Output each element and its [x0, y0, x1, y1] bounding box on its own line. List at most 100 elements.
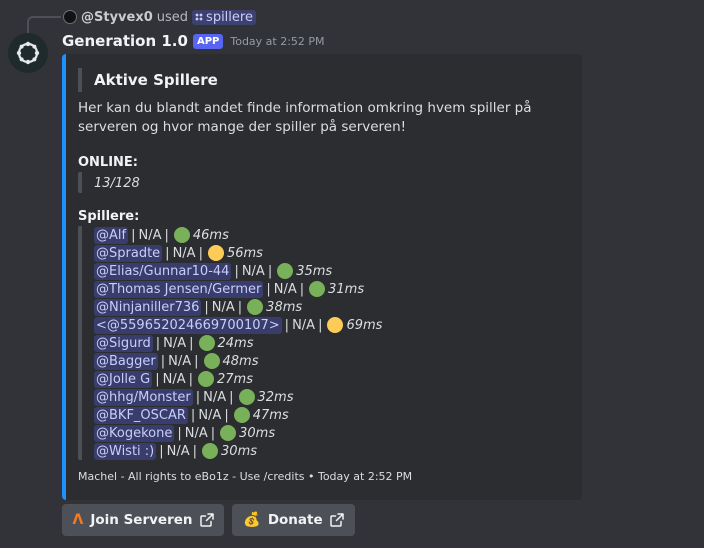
player-ping: 48ms — [222, 353, 259, 369]
separator: | — [131, 227, 136, 243]
player-row: @Ninjaniller736 | N/A | 38ms — [94, 298, 382, 316]
bot-avatar[interactable] — [8, 33, 48, 73]
separator: | — [224, 407, 229, 423]
player-row: @Bagger | N/A | 48ms — [94, 352, 382, 370]
player-mention[interactable]: @BKF_OSCAR — [94, 406, 188, 424]
player-info: N/A — [241, 263, 265, 279]
player-row: @Kogekone | N/A | 30ms — [94, 424, 382, 442]
player-mention[interactable]: @Sigurd — [94, 334, 153, 352]
player-ping: 30ms — [221, 443, 258, 459]
player-ping: 46ms — [192, 227, 229, 243]
player-mention[interactable]: @hhg/Monster — [94, 388, 193, 406]
player-info: N/A — [211, 299, 235, 315]
player-row: @Spradte | N/A | 56ms — [94, 244, 382, 262]
separator: | — [160, 353, 166, 369]
separator: | — [194, 353, 199, 369]
player-row: @Alf | N/A | 46ms — [94, 226, 382, 244]
player-info: N/A — [168, 353, 192, 369]
player-mention[interactable]: @Alf — [94, 226, 129, 244]
reply-used-text: used — [156, 9, 189, 25]
separator: | — [165, 245, 170, 261]
player-info: N/A — [273, 281, 297, 297]
player-row: @BKF_OSCAR | N/A | 47ms — [94, 406, 382, 424]
separator: | — [189, 335, 194, 351]
player-row: <@559652024669700107> | N/A | 69ms — [94, 316, 382, 334]
player-info: N/A — [163, 335, 187, 351]
separator: | — [237, 299, 243, 315]
player-mention[interactable]: @Thomas Jensen/Germer — [94, 280, 264, 298]
player-mention[interactable]: @Jolle G — [94, 370, 153, 388]
separator: | — [192, 443, 198, 459]
user-mini-avatar[interactable] — [63, 10, 77, 24]
command-reply-header: @Styvex0 used spillere — [63, 7, 256, 27]
embed-card: Aktive Spillere Her kan du blandt andet … — [62, 54, 582, 500]
player-row: @hhg/Monster | N/A | 32ms — [94, 388, 382, 406]
donate-button[interactable]: 💰 Donate — [232, 504, 355, 536]
separator: | — [284, 317, 290, 333]
player-info: N/A — [198, 407, 222, 423]
external-link-icon — [329, 513, 344, 527]
online-quote: 13/128 — [78, 172, 140, 193]
player-mention[interactable]: <@559652024669700107> — [94, 316, 282, 334]
reply-username[interactable]: @Styvex0 — [81, 10, 153, 25]
player-row: @Thomas Jensen/Germer | N/A | 31ms — [94, 280, 382, 298]
player-ping: 24ms — [217, 335, 254, 351]
player-ping: 30ms — [239, 425, 276, 441]
join-server-button[interactable]: ᐱ Join Serveren — [62, 504, 224, 536]
separator: | — [318, 317, 323, 333]
player-mention[interactable]: @Elias/Gunnar10-44 — [94, 262, 232, 280]
player-mention[interactable]: @Spradte — [94, 244, 163, 262]
player-info: N/A — [162, 371, 186, 387]
separator: | — [198, 245, 203, 261]
players-list: @Alf | N/A | 46ms @Spradte | N/A | 56ms @Elias/Gun… — [78, 226, 382, 460]
embed-title-quote: Aktive Spillere — [78, 68, 218, 92]
money-bag-icon: 💰 — [243, 512, 261, 528]
command-mention[interactable]: spillere — [192, 9, 256, 25]
player-ping: 47ms — [252, 407, 289, 423]
separator: | — [210, 425, 216, 441]
separator: | — [266, 281, 271, 297]
separator: | — [299, 281, 305, 297]
separator: | — [164, 227, 169, 243]
player-ping: 27ms — [217, 371, 253, 387]
bot-name[interactable]: Generation 1.0 — [62, 32, 188, 50]
green-circle-icon — [198, 335, 215, 351]
green-circle-icon — [198, 371, 214, 387]
player-ping: 69ms — [346, 317, 383, 333]
embed-description: Her kan du blandt andet finde informatio… — [78, 100, 532, 135]
player-ping: 38ms — [266, 299, 303, 315]
player-info: N/A — [184, 425, 208, 441]
player-mention[interactable]: @Ninjaniller736 — [94, 298, 202, 316]
separator: | — [267, 263, 273, 279]
green-circle-icon — [247, 299, 264, 315]
embed-footer: Machel - All rights to eBo1z - Use /cred… — [78, 470, 413, 483]
player-info: N/A — [203, 389, 227, 405]
message-timestamp: Today at 2:52 PM — [230, 34, 325, 48]
green-circle-icon — [238, 389, 255, 405]
separator: | — [234, 263, 239, 279]
join-server-label: Join Serveren — [90, 512, 193, 528]
player-row: @Elias/Gunnar10-44 | N/A | 35ms — [94, 262, 382, 280]
separator: | — [195, 389, 201, 405]
donate-label: Donate — [267, 512, 323, 528]
player-ping: 35ms — [296, 263, 333, 279]
green-circle-icon — [203, 353, 220, 369]
player-mention[interactable]: @Kogekone — [94, 424, 175, 442]
yellow-circle-icon — [327, 317, 344, 333]
separator: | — [155, 371, 160, 387]
player-row: @Jolle G | N/A | 27ms — [94, 370, 382, 388]
green-circle-icon — [277, 263, 294, 279]
players-label: Spillere: — [78, 209, 140, 224]
player-info: N/A — [166, 443, 190, 459]
green-circle-icon — [173, 227, 190, 243]
separator: | — [155, 335, 161, 351]
app-badge: APP — [192, 33, 224, 49]
player-ping: 56ms — [226, 245, 263, 261]
player-mention[interactable]: @Wisti :) — [94, 442, 157, 460]
player-mention[interactable]: @Bagger — [94, 352, 158, 370]
green-circle-icon — [202, 443, 219, 459]
message-header: Generation 1.0 APP Today at 2:52 PM — [62, 30, 325, 52]
embed-title: Aktive Spillere — [94, 71, 218, 89]
player-info: N/A — [172, 245, 196, 261]
player-row: @Wisti :) | N/A | 30ms — [94, 442, 382, 460]
